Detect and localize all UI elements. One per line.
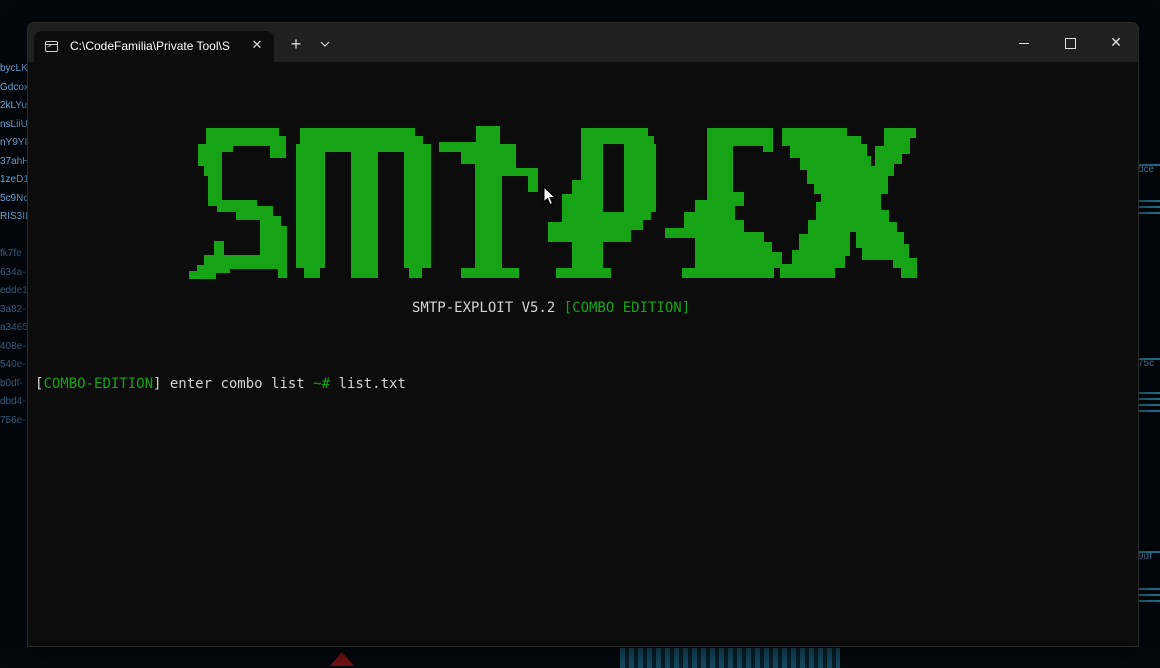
background-stripe (1138, 588, 1160, 590)
tab-close-button[interactable]: ✕ (248, 36, 266, 54)
minimize-button[interactable] (1001, 23, 1047, 62)
mouse-cursor-icon (543, 186, 557, 206)
background-right-label: 75c (1138, 358, 1160, 369)
background-text-line: Gdcox (0, 81, 28, 93)
background-text-line: edde1 (0, 285, 28, 296)
background-stripe (1138, 600, 1160, 602)
prompt-symbol: ~# (313, 376, 331, 392)
subtitle-main: SMTP-EXPLOIT V5.2 (412, 300, 564, 316)
subtitle: SMTP-EXPLOIT V5.2 [COMBO EDITION] (412, 300, 690, 316)
background-text-line: a3465 (0, 322, 28, 333)
background-text-line: fk7fe (0, 248, 22, 259)
chevron-down-icon (320, 41, 330, 47)
background-text-line: 5c9Nc (0, 192, 28, 204)
terminal-window: C:\CodeFamilia\Private Tool\S ✕ + ✕ (27, 22, 1139, 647)
maximize-button[interactable] (1047, 23, 1093, 62)
background-text-line: 634a- (0, 266, 26, 278)
background-stripe (1138, 594, 1160, 596)
maximize-icon (1064, 37, 1076, 49)
background-stripe (1138, 206, 1160, 208)
background-text-line: b0df- (0, 377, 23, 389)
background-stripe (1138, 410, 1160, 412)
minimize-icon (1019, 42, 1029, 44)
prompt-tag: COMBO-EDITION (43, 376, 154, 392)
subtitle-edition: [COMBO EDITION] (563, 300, 691, 316)
background-stripe (1138, 200, 1160, 202)
background-text-line: nY9YI (0, 137, 28, 148)
background-text-line: 1zeD1 (0, 174, 28, 185)
smtpex-logo (189, 126, 917, 279)
prompt-text: enter combo list (169, 376, 314, 392)
background-right-stripes: dce 75c 9df (1138, 0, 1160, 668)
background-text-line: 540e- (0, 359, 26, 370)
terminal-content[interactable]: SMTP-EXPLOIT V5.2 [COMBO EDITION] [COMBO… (28, 62, 1138, 646)
background-stripe (1138, 404, 1160, 406)
new-tab-button[interactable]: + (286, 34, 306, 54)
background-text-line: 3a82- (0, 303, 26, 315)
background-text-line (0, 227, 28, 246)
background-glow (620, 648, 840, 668)
background-red-shape (330, 652, 354, 666)
console-icon (45, 41, 58, 52)
prompt-close-bracket: ] (153, 376, 170, 392)
title-bar[interactable]: C:\CodeFamilia\Private Tool\S ✕ + ✕ (28, 23, 1138, 62)
background-text-line: bycLK (0, 63, 28, 74)
background-text-line: 2kLYu (0, 100, 28, 111)
background-text-line: nsLiiU (0, 118, 28, 130)
background-text-line: 408e- (0, 340, 26, 352)
background-stripe (1138, 212, 1160, 214)
background-text-line: dbd4- (0, 396, 26, 407)
background-right-label: 9df (1138, 551, 1160, 562)
background-right-label: dce (1138, 164, 1160, 175)
background-text-line: RIS3IL (0, 211, 28, 222)
tab-title: C:\CodeFamilia\Private Tool\S (70, 39, 230, 53)
terminal-tab[interactable]: C:\CodeFamilia\Private Tool\S ✕ (34, 31, 274, 62)
background-text-line: 37ahH (0, 155, 28, 167)
background-left-text: bycLK Gdcox 2kLYu nsLiiU nY9YI 37ahH 1zeD1 5c9N… (0, 60, 28, 430)
background-bottom (0, 648, 1160, 668)
background-stripe (1138, 392, 1160, 394)
close-window-button[interactable]: ✕ (1093, 23, 1138, 62)
background-stripe (1138, 398, 1160, 400)
prompt-line[interactable]: [COMBO-EDITION] enter combo list ~# list… (35, 376, 406, 392)
tab-dropdown-button[interactable] (316, 34, 334, 54)
prompt-input[interactable]: list.txt (330, 376, 405, 392)
background-text-line: 756e- (0, 414, 26, 426)
